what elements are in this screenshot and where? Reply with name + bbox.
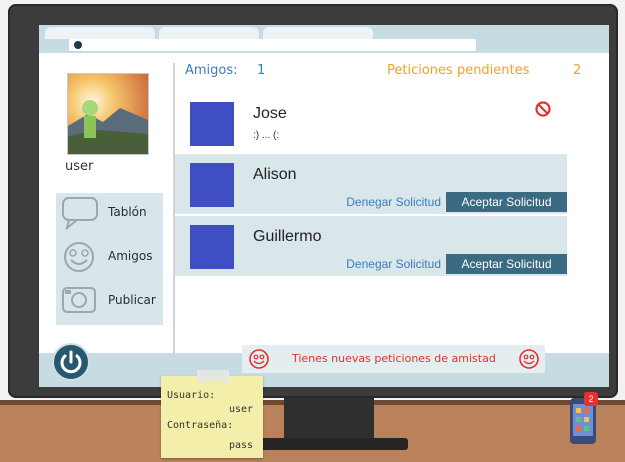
block-friend-icon[interactable] [535,101,551,117]
pending-requests-label: Peticiones pendientes [387,63,530,78]
deny-request-button[interactable]: Denegar Solicitud [323,192,441,212]
friend-request-row: Guillermo Denegar Solicitud Aceptar Soli… [175,216,567,276]
sticky-tape [197,370,229,382]
friends-count: 1 [257,63,266,78]
browser-tabs [39,25,609,39]
monitor-stand-base [252,438,408,450]
friend-avatar[interactable] [190,102,234,146]
friend-name[interactable]: Jose [253,105,287,123]
power-icon [60,350,82,374]
camera-icon [62,287,96,313]
mobile-phone[interactable]: 2 [570,392,598,444]
sticky-pass-value: pass [229,440,254,451]
accept-request-button[interactable]: Aceptar Solicitud [446,192,567,212]
speech-bubble-icon [62,197,98,230]
power-button[interactable] [52,343,90,381]
friend-row: Jose :) ... (: [175,93,567,153]
menu-item-publicar[interactable]: Publicar [56,281,163,321]
menu-item-amigos[interactable]: Amigos [56,237,163,277]
main-content: user Tablón Amigos Publicar Amigos: 1 Pe… [39,53,609,353]
request-name: Guillermo [253,228,322,245]
pending-requests-count: 2 [573,63,582,78]
accept-request-button[interactable]: Aceptar Solicitud [446,254,567,274]
menu-item-tablon[interactable]: Tablón [56,193,163,233]
browser-tab[interactable] [45,27,155,39]
side-menu: Tablón Amigos Publicar [56,193,163,325]
notification-text: Tienes nuevas peticiones de amistad [292,352,496,365]
monitor: user Tablón Amigos Publicar Amigos: 1 Pe… [8,4,618,398]
request-avatar[interactable] [190,163,234,207]
address-bar[interactable] [69,39,476,51]
sticky-pass-label: Contraseña: [167,420,234,431]
menu-label-tablon: Tablón [108,205,147,219]
profile-picture [68,74,148,154]
notification-banner: Tienes nuevas peticiones de amistad [242,345,545,373]
sticky-user-value: user [229,404,254,415]
menu-label-publicar: Publicar [108,293,156,307]
friend-request-row: Alison Denegar Solicitud Aceptar Solicit… [175,154,567,214]
screen: user Tablón Amigos Publicar Amigos: 1 Pe… [39,25,609,387]
deny-request-button[interactable]: Denegar Solicitud [323,254,441,274]
smiley-right-icon [519,349,539,369]
phone-notification-badge: 2 [584,392,598,406]
profile-username: user [65,159,94,174]
menu-label-amigos: Amigos [108,249,153,263]
smiley-icon [64,242,94,272]
sticky-user-label: Usuario: [167,390,216,401]
friend-status: :) ... (: [253,130,280,141]
profile-avatar[interactable] [67,73,149,155]
sad-face-left-icon [249,349,269,369]
credentials-sticky-note: Usuario: user Contraseña: pass [161,370,263,458]
browser-tab[interactable] [263,27,373,39]
monitor-stand [284,398,374,442]
browser-tab[interactable] [159,27,259,39]
address-dot-icon [74,41,82,49]
request-avatar[interactable] [190,225,234,269]
request-name: Alison [253,166,297,183]
friends-label: Amigos: [185,63,238,78]
